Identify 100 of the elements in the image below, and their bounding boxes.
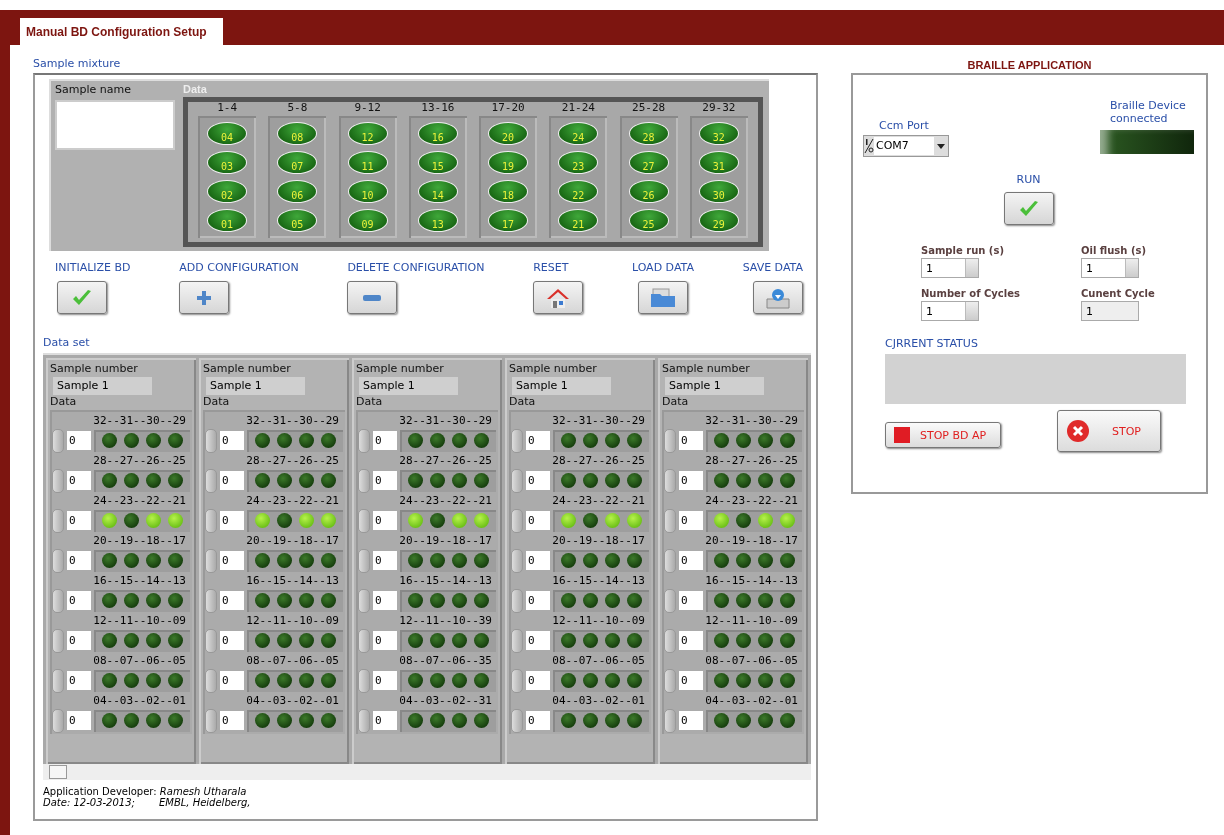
- tab[interactable]: Manual BD Configuration Setup: [20, 18, 223, 45]
- icon-button[interactable]: [533, 281, 584, 314]
- well-button[interactable]: 25: [628, 209, 669, 232]
- spinner[interactable]: [664, 468, 676, 493]
- number-field[interactable]: 0: [220, 671, 244, 690]
- well-button[interactable]: 20: [488, 122, 529, 145]
- well-button[interactable]: 06: [277, 180, 318, 203]
- spinner[interactable]: [358, 548, 370, 573]
- spinner[interactable]: [664, 588, 676, 613]
- spinner[interactable]: [205, 428, 217, 453]
- number-field[interactable]: 0: [220, 591, 244, 610]
- spinner[interactable]: [205, 468, 217, 493]
- well-button[interactable]: 23: [558, 151, 599, 174]
- number-field[interactable]: 0: [526, 471, 550, 490]
- spinner[interactable]: [52, 708, 64, 733]
- well-button[interactable]: 15: [417, 151, 458, 174]
- number-field[interactable]: 0: [220, 711, 244, 730]
- scroll-bar[interactable]: [43, 764, 811, 780]
- well-button[interactable]: 11: [347, 151, 388, 174]
- spinner[interactable]: [205, 508, 217, 533]
- number-field[interactable]: 0: [526, 711, 550, 730]
- spinner[interactable]: [358, 708, 370, 733]
- number-field[interactable]: 0: [220, 551, 244, 570]
- well-button[interactable]: 17: [488, 209, 529, 232]
- sample-field[interactable]: Sample 1: [512, 377, 611, 395]
- number-field[interactable]: 1: [921, 301, 979, 321]
- spinner[interactable]: [358, 428, 370, 453]
- com-port-dropdown[interactable]: COM7: [863, 135, 949, 157]
- spinner[interactable]: [965, 259, 978, 277]
- well-button[interactable]: 22: [558, 180, 599, 203]
- well-button[interactable]: 09: [347, 209, 388, 232]
- number-field[interactable]: 0: [679, 511, 703, 530]
- spinner[interactable]: [511, 588, 523, 613]
- number-field[interactable]: 0: [67, 711, 91, 730]
- spinner[interactable]: [52, 508, 64, 533]
- sample-name-field[interactable]: [55, 100, 175, 150]
- spinner[interactable]: [664, 668, 676, 693]
- spinner[interactable]: [205, 708, 217, 733]
- spinner[interactable]: [1125, 259, 1138, 277]
- run-button[interactable]: [1003, 192, 1054, 225]
- spinner[interactable]: [358, 588, 370, 613]
- number-field[interactable]: 0: [679, 711, 703, 730]
- number-field[interactable]: 0: [679, 671, 703, 690]
- spinner[interactable]: [52, 588, 64, 613]
- number-field[interactable]: 0: [373, 511, 397, 530]
- number-field[interactable]: 0: [67, 631, 91, 650]
- stop-button[interactable]: STOP BD AP: [885, 422, 1001, 448]
- spinner[interactable]: [511, 628, 523, 653]
- number-field[interactable]: 0: [526, 551, 550, 570]
- spinner[interactable]: [664, 628, 676, 653]
- sample-field[interactable]: Sample 1: [53, 377, 152, 395]
- well-button[interactable]: 32: [698, 122, 739, 145]
- spinner[interactable]: [52, 468, 64, 493]
- well-button[interactable]: 30: [698, 180, 739, 203]
- spinner[interactable]: [664, 548, 676, 573]
- scroll-thumb[interactable]: [49, 765, 67, 779]
- spinner[interactable]: [511, 508, 523, 533]
- well-button[interactable]: 03: [207, 151, 248, 174]
- number-field[interactable]: 0: [67, 591, 91, 610]
- well-button[interactable]: 13: [417, 209, 458, 232]
- spinner[interactable]: [205, 668, 217, 693]
- icon-button[interactable]: [57, 281, 107, 314]
- spinner[interactable]: [965, 302, 978, 320]
- number-field[interactable]: 0: [526, 431, 550, 450]
- number-field[interactable]: 0: [679, 471, 703, 490]
- number-field[interactable]: 0: [67, 511, 91, 530]
- number-field[interactable]: 0: [67, 471, 91, 490]
- number-field[interactable]: 0: [220, 631, 244, 650]
- number-field[interactable]: 0: [220, 471, 244, 490]
- well-button[interactable]: 21: [558, 209, 599, 232]
- number-field[interactable]: 0: [679, 551, 703, 570]
- well-button[interactable]: 28: [628, 122, 669, 145]
- number-field[interactable]: 0: [67, 671, 91, 690]
- number-field[interactable]: 0: [526, 671, 550, 690]
- spinner[interactable]: [664, 428, 676, 453]
- sample-field[interactable]: Sample 1: [359, 377, 458, 395]
- spinner[interactable]: [52, 548, 64, 573]
- number-field[interactable]: 0: [526, 631, 550, 650]
- spinner[interactable]: [358, 628, 370, 653]
- number-field[interactable]: 0: [679, 591, 703, 610]
- spinner[interactable]: [511, 428, 523, 453]
- number-field[interactable]: 0: [526, 511, 550, 530]
- icon-button[interactable]: [637, 281, 688, 314]
- number-field[interactable]: 0: [67, 431, 91, 450]
- well-button[interactable]: 14: [417, 180, 458, 203]
- well-button[interactable]: 29: [698, 209, 739, 232]
- spinner[interactable]: [358, 468, 370, 493]
- number-field[interactable]: 0: [373, 631, 397, 650]
- spinner[interactable]: [358, 508, 370, 533]
- well-button[interactable]: 26: [628, 180, 669, 203]
- number-field[interactable]: 0: [373, 671, 397, 690]
- sample-field[interactable]: Sample 1: [665, 377, 764, 395]
- well-button[interactable]: 18: [488, 180, 529, 203]
- well-button[interactable]: 07: [277, 151, 318, 174]
- number-field[interactable]: 0: [373, 711, 397, 730]
- spinner[interactable]: [664, 708, 676, 733]
- number-field[interactable]: 0: [679, 431, 703, 450]
- well-button[interactable]: 04: [207, 122, 248, 145]
- well-button[interactable]: 05: [277, 209, 318, 232]
- spinner[interactable]: [52, 428, 64, 453]
